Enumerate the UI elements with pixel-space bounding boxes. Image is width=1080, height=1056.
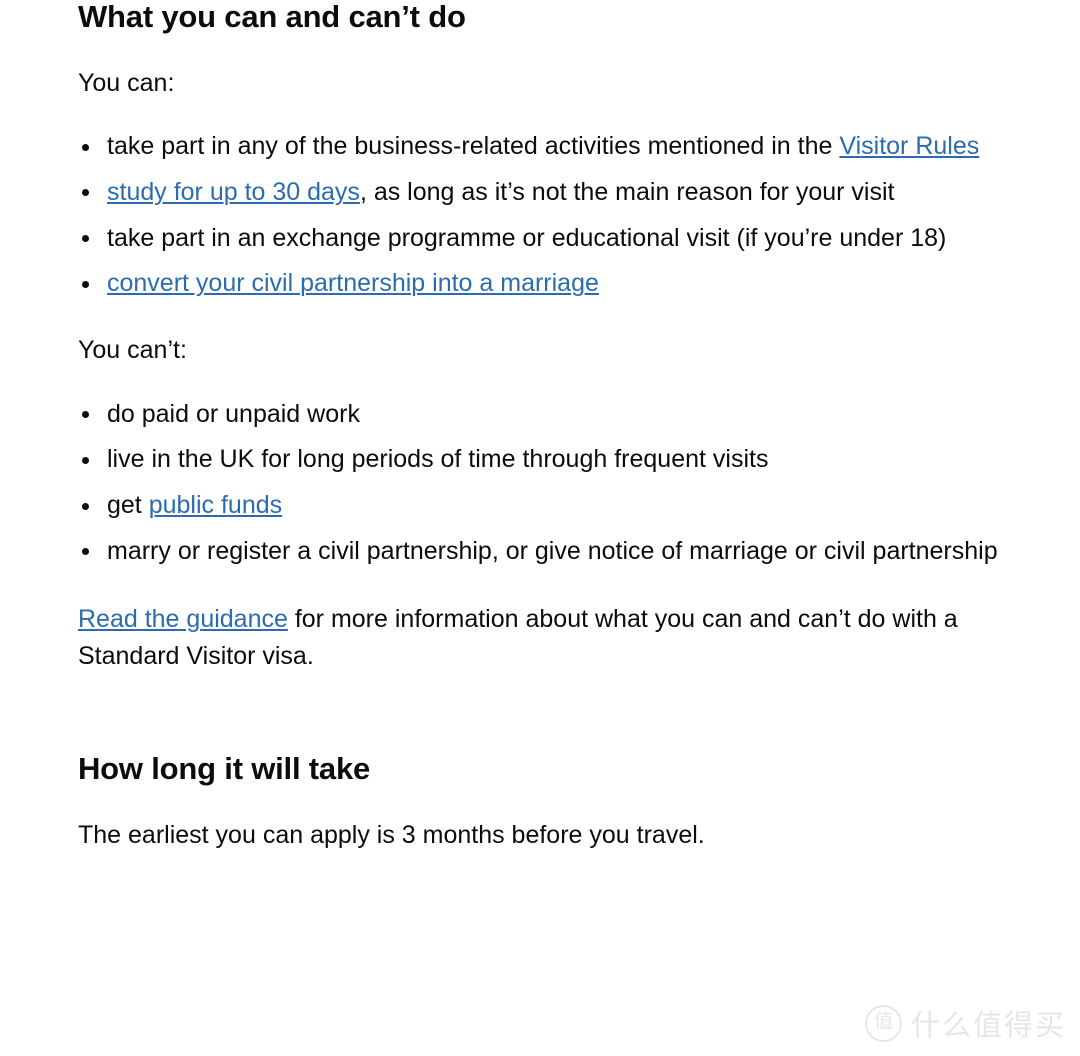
list-item: marry or register a civil partnership, o… (78, 533, 1014, 570)
list-item-link[interactable]: Visitor Rules (839, 132, 979, 160)
how-long-paragraph: The earliest you can apply is 3 months b… (78, 821, 705, 850)
watermark-text: 什么值得买 (910, 1008, 1066, 1042)
page-title-how-long-it-will-take: How long it will take (78, 750, 371, 786)
list-item-text: get (107, 491, 149, 520)
you-cannot-intro: You can’t: (78, 336, 187, 365)
list-item-link[interactable]: public funds (149, 491, 282, 519)
list-item-text: take part in an exchange programme or ed… (107, 223, 947, 252)
bullet-icon (82, 411, 89, 419)
bullet-icon (82, 456, 89, 464)
list-item-text: , as long as it’s not the main reason fo… (359, 177, 895, 206)
bullet-icon (82, 189, 89, 197)
list-item: convert your civil partnership into a ma… (78, 265, 1014, 302)
bullet-icon (82, 235, 89, 243)
list-item: take part in any of the business-related… (78, 128, 1014, 165)
list-item-link[interactable]: study for up to 30 days (107, 178, 360, 206)
list-item-text: marry or register a civil partnership, o… (107, 536, 998, 565)
list-item-text: do paid or unpaid work (107, 399, 360, 428)
bullet-icon (82, 143, 89, 151)
list-item-link[interactable]: convert your civil partnership into a ma… (107, 269, 599, 297)
page-title-what-you-can-do: What you can and can’t do (78, 0, 466, 34)
you-can-intro: You can: (78, 68, 175, 97)
list-item: take part in an exchange programme or ed… (78, 220, 1014, 257)
list-item: do paid or unpaid work (78, 396, 1014, 433)
list-item: study for up to 30 days, as long as it’s… (78, 174, 1014, 211)
list-item-text: take part in any of the business-related… (107, 132, 840, 161)
bullet-icon (82, 502, 89, 510)
bullet-icon (82, 548, 89, 556)
you-can-list: take part in any of the business-related… (78, 128, 1014, 302)
watermark-logo-icon: 值 (864, 1004, 902, 1042)
read-the-guidance-link[interactable]: Read the guidance (78, 605, 288, 633)
article-content: What you can and can’t do You can: take … (78, 0, 1014, 855)
you-cannot-list: do paid or unpaid work live in the UK for… (78, 396, 1014, 570)
list-item: live in the UK for long periods of time … (78, 441, 1014, 478)
list-item-text: live in the UK for long periods of time … (107, 445, 769, 474)
list-item: get public funds (78, 487, 1014, 524)
read-guidance-paragraph: Read the guidance for more information a… (78, 601, 1014, 676)
watermark: 值 什么值得买 (864, 1002, 1066, 1044)
bullet-icon (82, 280, 89, 288)
